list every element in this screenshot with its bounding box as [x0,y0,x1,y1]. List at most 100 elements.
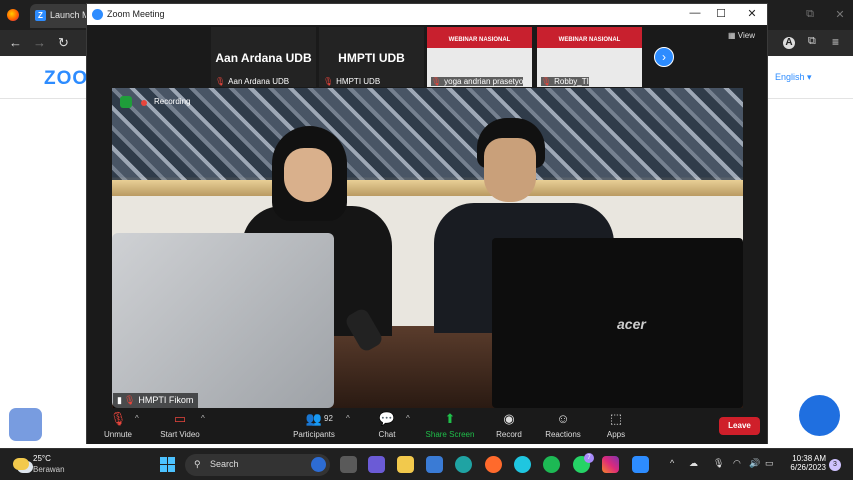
minimize-icon[interactable]: — [685,7,705,19]
participant-thumbnail[interactable]: WEBINAR NASIONAL 🎙 Robby_TI [537,27,642,87]
zoom-meeting-window: Zoom Meeting — ☐ ✕ Aan Ardana UDB 🎙 Aan A… [86,3,768,444]
menu-icon[interactable]: ≡ [832,35,839,49]
participant-label: 🎙 yoga andrian prasetyo [431,77,524,86]
leave-button[interactable]: Leave [719,417,760,435]
taskbar-search-box[interactable]: ⚲ Search [185,454,330,476]
profile-avatar-icon[interactable]: A [783,37,795,49]
zoom-taskbar-icon[interactable] [632,456,649,473]
background-wall [112,88,743,184]
recording-indicator[interactable]: Recording [154,97,190,106]
participant-label: 🎙 HMPTI UDB [323,77,381,86]
participant-display-name: HMPTI UDB [338,51,405,65]
canva-icon[interactable] [514,456,531,473]
forward-arrow-icon[interactable]: → [33,35,46,50]
edge-browser-icon[interactable] [455,456,472,473]
audio-options-chevron-icon[interactable]: ^ [135,414,139,423]
encryption-shield-icon[interactable] [120,96,132,108]
chat-label: Chat [378,430,396,439]
language-label: English [775,72,805,82]
teams-chat-icon[interactable] [368,456,385,473]
participant-thumbnail[interactable]: WEBINAR NASIONAL 🎙 yoga andrian prasetyo [427,27,532,87]
webinar-banner-text: WEBINAR NASIONAL [448,37,511,43]
apps-icon: ⬚ [609,411,623,426]
signal-bars-icon: ▮ [117,395,122,405]
webinar-banner-text: WEBINAR NASIONAL [558,37,621,43]
video-off-icon: ▭ [173,411,187,426]
silver-laptop [112,233,334,408]
firefox-taskbar-icon[interactable] [485,456,502,473]
unmute-button[interactable]: 🎙 Unmute [101,410,135,439]
chat-options-chevron-icon[interactable]: ^ [406,414,410,423]
record-icon: ◉ [503,411,515,426]
battery-icon[interactable]: ▭ [765,458,774,469]
apps-button[interactable]: ⬚ Apps [602,410,630,439]
zoom-app-icon [92,9,103,20]
instagram-icon[interactable] [602,456,619,473]
share-screen-button[interactable]: ⬆ Share Screen [424,410,476,439]
share-screen-label: Share Screen [425,430,475,439]
record-label: Record [496,430,522,439]
participant-thumbnail[interactable]: Aan Ardana UDB 🎙 Aan Ardana UDB [211,27,316,87]
system-clock[interactable]: 10:38 AM 6/26/2023 [784,454,826,472]
apps-label: Apps [606,430,626,439]
participants-count: 92 [324,414,333,423]
extensions-icon[interactable]: ⧉ [808,35,816,48]
search-icon: ⚲ [194,459,201,469]
volume-icon[interactable]: 🔊 [749,458,760,469]
laptop-brand-logo: acer [617,316,646,332]
bing-icon [311,457,326,472]
video-options-chevron-icon[interactable]: ^ [201,414,205,423]
task-view-icon[interactable] [340,456,357,473]
whatsapp-badge: 7 [584,453,594,463]
share-screen-icon: ⬆ [444,411,456,426]
participant-label: 🎙 Aan Ardana UDB [215,77,290,86]
muted-mic-icon: 🎙 [123,395,136,405]
reload-icon[interactable]: ↻ [58,35,69,51]
windows-start-icon[interactable] [160,457,175,472]
spotify-icon[interactable] [543,456,560,473]
browser-close-icon[interactable]: ✕ [830,8,850,21]
view-button[interactable]: ▦ View [728,31,755,40]
clock-time: 10:38 AM [792,454,826,463]
microphone-tray-icon[interactable]: 🎙 [713,458,724,469]
maximize-icon[interactable]: ☐ [711,7,731,20]
onedrive-cloud-icon[interactable]: ☁ [689,458,698,469]
language-selector[interactable]: English ▾ [775,72,812,83]
cloudy-weather-icon [13,458,29,470]
help-support-icon[interactable] [799,395,840,436]
weather-condition: Berawan [33,465,65,474]
browser-restore-icon[interactable]: ⧉ [800,8,820,21]
unmute-label: Unmute [103,430,132,439]
browser-tab[interactable]: Z Launch M [30,4,90,28]
active-speaker-name: HMPTI Fikom [138,395,194,405]
zoom-tab-icon: Z [35,10,46,21]
firefox-icon[interactable] [7,9,19,21]
participants-options-chevron-icon[interactable]: ^ [346,414,350,423]
back-arrow-icon[interactable]: ← [9,35,22,50]
close-window-icon[interactable]: ✕ [742,7,762,20]
microsoft-store-icon[interactable] [426,456,443,473]
file-explorer-icon[interactable] [397,456,414,473]
tray-overflow-chevron-icon[interactable]: ^ [670,458,674,468]
reactions-button[interactable]: ☺ Reactions [542,410,584,439]
speaker-face [284,148,332,202]
meeting-toolbar: 🎙 Unmute ^ ▭ Start Video ^ 👥 Participant… [87,408,767,444]
participant-thumbnail[interactable]: HMPTI UDB 🎙 HMPTI UDB [319,27,424,87]
muted-mic-icon: 🎙 [215,77,226,86]
start-video-label: Start Video [160,430,200,439]
search-placeholder: Search [210,459,239,469]
next-page-chevron-icon[interactable]: › [654,47,674,67]
wifi-icon[interactable]: ◠ [733,458,741,469]
view-label: View [737,31,755,40]
active-speaker-name-tag: ▮ 🎙 HMPTI Fikom [113,393,199,408]
notification-count-badge[interactable]: 3 [829,459,841,471]
chat-icon: 💬 [378,411,396,426]
participant-thumbnail-strip: Aan Ardana UDB 🎙 Aan Ardana UDB HMPTI UDB… [87,25,767,90]
chat-button[interactable]: 💬 Chat [372,410,402,439]
windows-taskbar: 25°C Berawan ⚲ Search 7 ^ ☁ 🎙 ◠ 🔊 ▭ 10:3… [0,448,853,480]
security-shield-icon[interactable] [9,408,42,441]
background-shelf [112,180,743,196]
muted-mic-icon: 🎙 [323,77,334,86]
record-button[interactable]: ◉ Record [492,410,526,439]
start-video-button[interactable]: ▭ Start Video [157,410,203,439]
